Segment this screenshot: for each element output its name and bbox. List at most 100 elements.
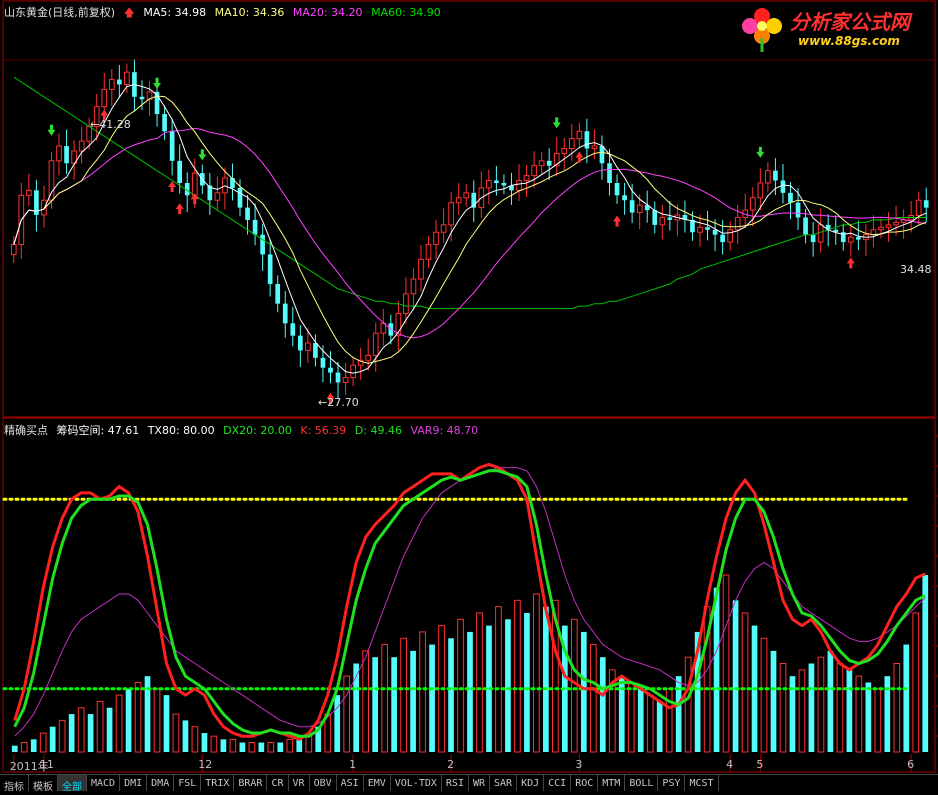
tab-19[interactable]: CCI [544,775,572,791]
tab-14[interactable]: VOL-TDX [391,775,442,791]
tab-18[interactable]: KDJ [517,775,545,791]
volume-bar [533,593,540,753]
candle [117,65,122,98]
candle [833,215,839,245]
volume-bar [191,726,199,753]
candle [478,171,485,219]
volume-bar [267,742,275,753]
tab-13[interactable]: EMV [364,775,391,791]
volume-bar [637,688,644,752]
volume-bar [495,606,502,753]
volume-bar [846,669,853,752]
candle [78,126,85,164]
tab-16[interactable]: WR [469,775,491,791]
volume-bar [362,650,370,753]
candle-body [705,227,710,230]
ma60-label: MA60: 34.90 [371,6,441,19]
indicator-panel[interactable] [2,462,929,753]
candle-body [856,237,861,240]
candle-body [124,71,130,85]
tab-1[interactable]: 模板 [29,775,58,793]
volume-bar [391,657,397,752]
tab-23[interactable]: PSY [658,775,686,791]
candle [350,356,356,387]
tab-9[interactable]: CR [267,775,289,791]
candle-body [10,244,17,255]
candle [410,268,417,311]
volume-bar [817,656,825,753]
volume-bar [11,745,18,752]
tab-17[interactable]: SAR [490,775,518,791]
volume-bar [599,657,606,752]
ma10-line [13,95,927,364]
candle [765,162,771,192]
tab-12[interactable]: ASI [337,775,364,791]
ma20-line [13,127,927,339]
volume-bar [182,720,189,752]
price-panel[interactable] [10,59,929,404]
tab-15[interactable]: RSI [442,775,469,791]
candle-body [847,236,854,243]
candle-body [313,343,318,358]
candle [501,174,507,195]
tab-8[interactable]: BRAR [234,775,268,791]
tab-6[interactable]: FSL [174,775,202,791]
tab-3[interactable]: MACD [87,775,121,791]
candle-body [614,182,620,196]
candle-body [48,160,55,201]
candle [425,235,432,268]
volume-bar [172,713,180,753]
buy-arrow-icon [846,257,855,269]
volume-bar [429,644,435,752]
chart-canvas[interactable] [0,0,938,774]
candle-body [267,254,273,284]
volume-bar [58,719,66,753]
candle [878,218,884,239]
tab-7[interactable]: TRIX [201,775,235,791]
tab-4[interactable]: DMI [120,775,148,791]
volume-bar [96,700,104,753]
candle-body [162,114,167,132]
volume-bar [68,714,75,752]
volume-bar [903,644,910,752]
candle-body [749,197,756,211]
tab-21[interactable]: MTM [598,775,626,791]
candle-body [900,219,907,223]
candle-body [108,79,115,90]
candle [486,169,492,205]
candle [659,204,666,240]
tab-20[interactable]: ROC [571,775,599,791]
volume-bar [656,701,663,752]
volume-bar [239,742,246,752]
candle [275,275,281,313]
volume-bar [201,733,208,752]
candle [644,190,650,223]
buy-arrow-icon [575,151,584,163]
volume-bar [410,650,416,752]
tab-10[interactable]: VR [289,775,310,791]
indicator-tab-bar[interactable]: 指标 模板 全部 MACD DMI DMA FSL TRIX BRAR CR VR OBV ASI EMV… [0,774,938,795]
tab-5[interactable]: DMA [147,775,175,791]
logo-url: www.88gs.com [798,34,900,48]
volume-bar [798,669,806,753]
tab-0[interactable]: 指标 [0,775,29,793]
candle-body [523,175,530,182]
tab-22[interactable]: BOLL [625,775,659,791]
candle [923,187,929,223]
candle-body [342,377,349,383]
high-price-label: ←41.28 [90,118,131,131]
tab-2[interactable]: 全部 [58,775,87,793]
sell-arrow-icon [756,146,765,158]
volume-bar [30,739,37,752]
candle [757,168,764,211]
candle [169,118,175,176]
candle-body [878,226,884,231]
tab-11[interactable]: OBV [310,775,337,791]
low-price-value: 27.70 [327,396,359,409]
chart-stage[interactable]: 山东黄金(日线,前复权) 🡅 MA5: 34.98 MA10: 34.36 MA… [0,0,938,795]
candle [56,133,62,176]
candle-body [915,199,922,216]
tab-24[interactable]: MCST [685,775,719,791]
last-price-label: 34.48 [900,263,932,276]
candle [742,193,749,229]
